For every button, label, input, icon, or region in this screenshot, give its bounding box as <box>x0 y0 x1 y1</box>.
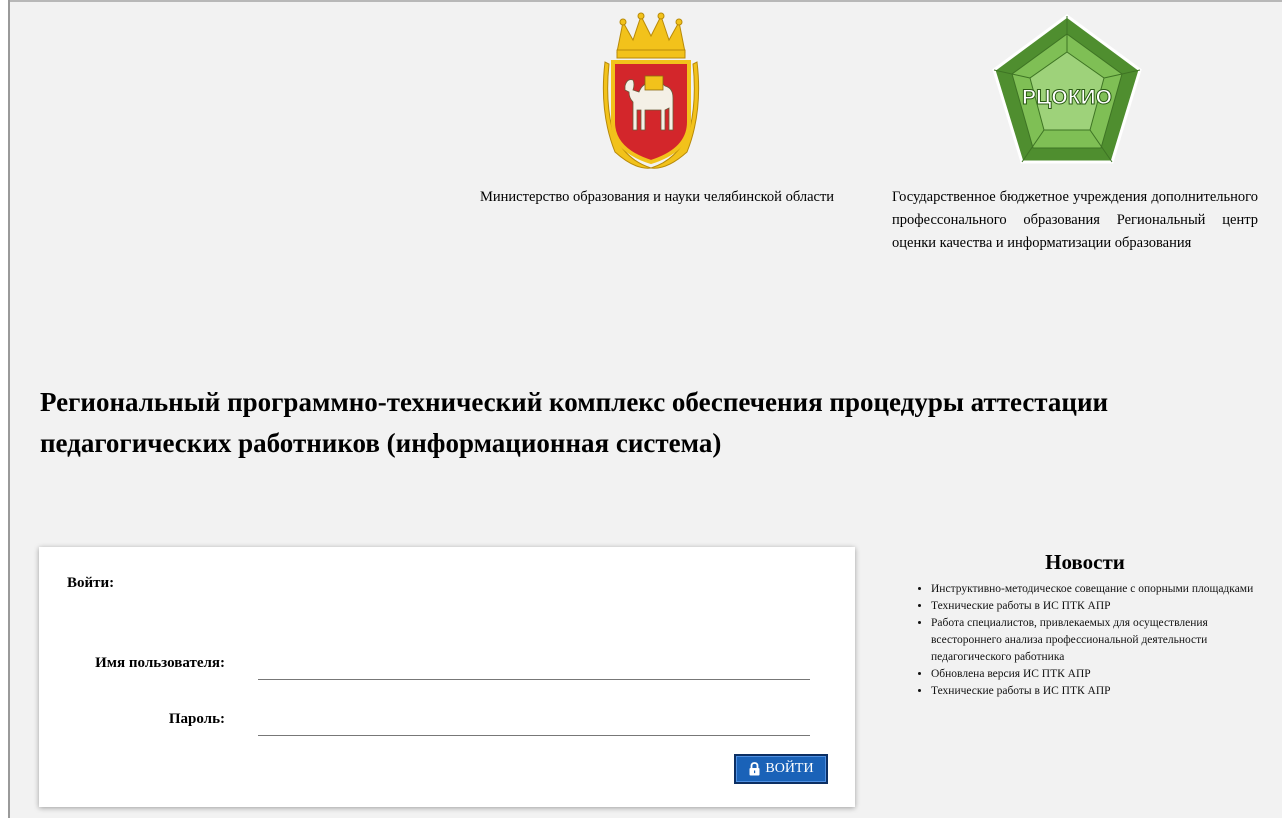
news-list: Инструктивно-методическое совещание с оп… <box>895 581 1275 700</box>
news-title: Новости <box>1045 550 1125 574</box>
login-heading: Войти: <box>67 575 115 591</box>
login-button[interactable]: ВОЙТИ <box>734 754 828 784</box>
news-item[interactable]: Технические работы в ИС ПТК АПР <box>931 683 1275 700</box>
password-label: Пароль: <box>168 711 225 727</box>
login-card: Войти: Имя пользователя: Пароль: ВОЙТИ <box>39 547 855 807</box>
news-item[interactable]: Технические работы в ИС ПТК АПР <box>931 598 1275 615</box>
center-text: Государственное бюджетное учреждения доп… <box>892 189 1258 251</box>
news-item[interactable]: Инструктивно-методическое совещание с оп… <box>931 581 1275 598</box>
news-panel: Новости Инструктивно-методическое совеща… <box>895 550 1275 700</box>
lock-icon <box>749 762 760 776</box>
news-item[interactable]: Обновлена версия ИС ПТК АПР <box>931 666 1275 683</box>
password-input[interactable] <box>258 711 810 736</box>
page-title: Региональный программно-технический комп… <box>40 387 1109 458</box>
coat-of-arms-emblem <box>602 12 700 169</box>
username-input[interactable] <box>258 655 810 680</box>
news-item[interactable]: Работа специалистов, привлекаемых для ос… <box>931 615 1275 666</box>
page: РЦОКИО Министерство образования и науки … <box>8 0 1282 818</box>
username-label: Имя пользователя: <box>95 655 225 671</box>
rcokio-logo: РЦОКИО <box>992 14 1142 164</box>
top-border <box>10 0 1282 6</box>
ministry-text: Министерство образования и науки челябин… <box>480 189 835 205</box>
login-button-label: ВОЙТИ <box>765 761 814 776</box>
logo-text: РЦОКИО <box>1022 86 1112 109</box>
